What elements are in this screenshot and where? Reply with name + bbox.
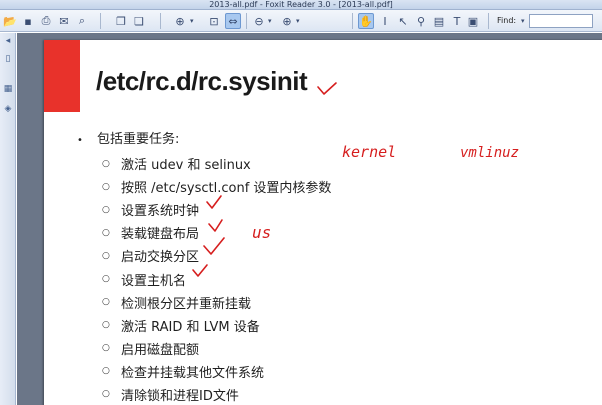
list-item-text: 激活 udev 和 selinux <box>121 158 251 174</box>
find-input[interactable] <box>529 14 593 28</box>
list-item: ○ 设置主机名 <box>102 267 331 290</box>
ink-kernel-text: kernel <box>342 143 396 161</box>
list-item: ○ 按照 /etc/sysctl.conf 设置内核参数 <box>102 175 331 198</box>
zoom-plus-icon[interactable]: ⊕ <box>279 13 295 29</box>
circle-bullet-icon: ○ <box>102 158 110 169</box>
list-item-text: 启用磁盘配额 <box>121 342 200 358</box>
list-item: ○ 检测根分区并重新挂载 <box>102 291 331 314</box>
list-item: ○ 设置系统时钟 <box>102 198 331 221</box>
copy-icon[interactable]: ❐ <box>113 13 129 29</box>
list-item: ○ 启用磁盘配额 <box>102 337 331 360</box>
select-text-icon[interactable]: I <box>377 13 393 29</box>
bullet-dot-icon: • <box>77 135 83 146</box>
print-icon[interactable]: ⎙ <box>38 13 54 29</box>
image-icon[interactable]: ▣ <box>465 13 481 29</box>
window-title: 2013-all.pdf - Foxit Reader 3.0 - [2013-… <box>209 0 393 9</box>
main-bullet-text: 包括重要任务: <box>97 132 180 147</box>
fit-width-icon[interactable]: ⇔ <box>225 13 241 29</box>
snapshot-icon[interactable]: ▤ <box>431 13 447 29</box>
slide-accent-block <box>44 40 80 112</box>
zoom-in-icon[interactable]: ⊕ <box>172 13 188 29</box>
circle-bullet-icon: ○ <box>102 389 110 400</box>
zoom-out-chevron-icon[interactable]: ▾ <box>268 17 272 25</box>
collapse-arrow-icon[interactable]: ◂ <box>2 35 14 47</box>
layers-panel-icon[interactable]: ◈ <box>2 103 14 115</box>
hand-tool-icon[interactable]: ✋ <box>358 13 374 29</box>
list-item-text: 检查并挂载其他文件系统 <box>121 365 265 381</box>
circle-bullet-icon: ○ <box>102 320 110 331</box>
pages-panel-icon[interactable]: ▯ <box>2 53 14 65</box>
list-item: ○ 检查并挂载其他文件系统 <box>102 360 331 383</box>
fit-page-icon[interactable]: ⊡ <box>206 13 222 29</box>
circle-bullet-icon: ○ <box>102 343 110 354</box>
list-item-text: 清除锁和进程ID文件 <box>121 388 239 404</box>
navigation-panel: ◂ ▯ ▦ ◈ <box>0 33 16 405</box>
open-icon[interactable]: 📂 <box>2 13 18 29</box>
list-item: ○ 清除锁和进程ID文件 <box>102 383 331 405</box>
save-icon[interactable]: ▪ <box>20 13 36 29</box>
checkmark-title-icon <box>317 82 337 95</box>
find-options-chevron-icon[interactable]: ▾ <box>521 17 525 25</box>
window-title-bar: 2013-all.pdf - Foxit Reader 3.0 - [2013-… <box>0 0 602 10</box>
bookmarks-panel-icon[interactable]: ▦ <box>2 83 14 95</box>
zoom-plus-chevron-icon[interactable]: ▾ <box>296 17 300 25</box>
select-arrow-icon[interactable]: ↖ <box>395 13 411 29</box>
task-list: ○ 激活 udev 和 selinux ○ 按照 /etc/sysctl.conf … <box>102 152 331 405</box>
main-bullet: • 包括重要任务: <box>77 128 179 147</box>
circle-bullet-icon: ○ <box>102 204 110 215</box>
list-item-text: 检测根分区并重新挂载 <box>121 296 252 312</box>
document-view[interactable]: /etc/rc.d/rc.sysinit • 包括重要任务: ○ 激活 udev 和… <box>17 33 602 405</box>
email-icon[interactable]: ✉ <box>56 13 72 29</box>
binoculars-icon[interactable]: ⚲ <box>413 13 429 29</box>
pdf-page: /etc/rc.d/rc.sysinit • 包括重要任务: ○ 激活 udev 和… <box>44 40 602 405</box>
list-item: ○ 激活 udev 和 selinux <box>102 152 331 175</box>
list-item-text: 启动交换分区 <box>121 250 200 266</box>
circle-bullet-icon: ○ <box>102 297 110 308</box>
main-toolbar: 📂 ▪ ⎙ ✉ ⌕ ❐ ❏ ⊕ ▾ ⊡ ⇔ ⊖ ▾ ⊕ ▾ ✋ I ↖ ⚲ ▤ … <box>0 10 602 32</box>
list-item: ○ 激活 RAID 和 LVM 设备 <box>102 314 331 337</box>
find-label: Find: <box>497 16 517 25</box>
list-item-text: 按照 /etc/sysctl.conf 设置内核参数 <box>121 181 332 197</box>
circle-bullet-icon: ○ <box>102 366 110 377</box>
circle-bullet-icon: ○ <box>102 181 110 192</box>
paste-icon[interactable]: ❏ <box>131 13 147 29</box>
zoom-out-icon[interactable]: ⊖ <box>251 13 267 29</box>
list-item-text: 设置系统时钟 <box>121 204 200 220</box>
circle-bullet-icon: ○ <box>102 274 110 285</box>
slide-title: /etc/rc.d/rc.sysinit <box>96 66 308 96</box>
circle-bullet-icon: ○ <box>102 250 110 261</box>
zoom-dropdown-chevron-icon[interactable]: ▾ <box>190 17 194 25</box>
list-item: ○ 启动交换分区 <box>102 244 331 267</box>
list-item-text: 装载键盘布局 <box>121 227 200 243</box>
list-item-text: 激活 RAID 和 LVM 设备 <box>121 319 260 335</box>
ink-vmlinuz-text: vmlinuz <box>460 145 519 161</box>
list-item: ○ 装载键盘布局 <box>102 221 331 244</box>
circle-bullet-icon: ○ <box>102 227 110 238</box>
typewriter-icon[interactable]: T <box>449 13 465 29</box>
list-item-text: 设置主机名 <box>121 273 187 289</box>
search-doc-icon[interactable]: ⌕ <box>74 13 90 29</box>
